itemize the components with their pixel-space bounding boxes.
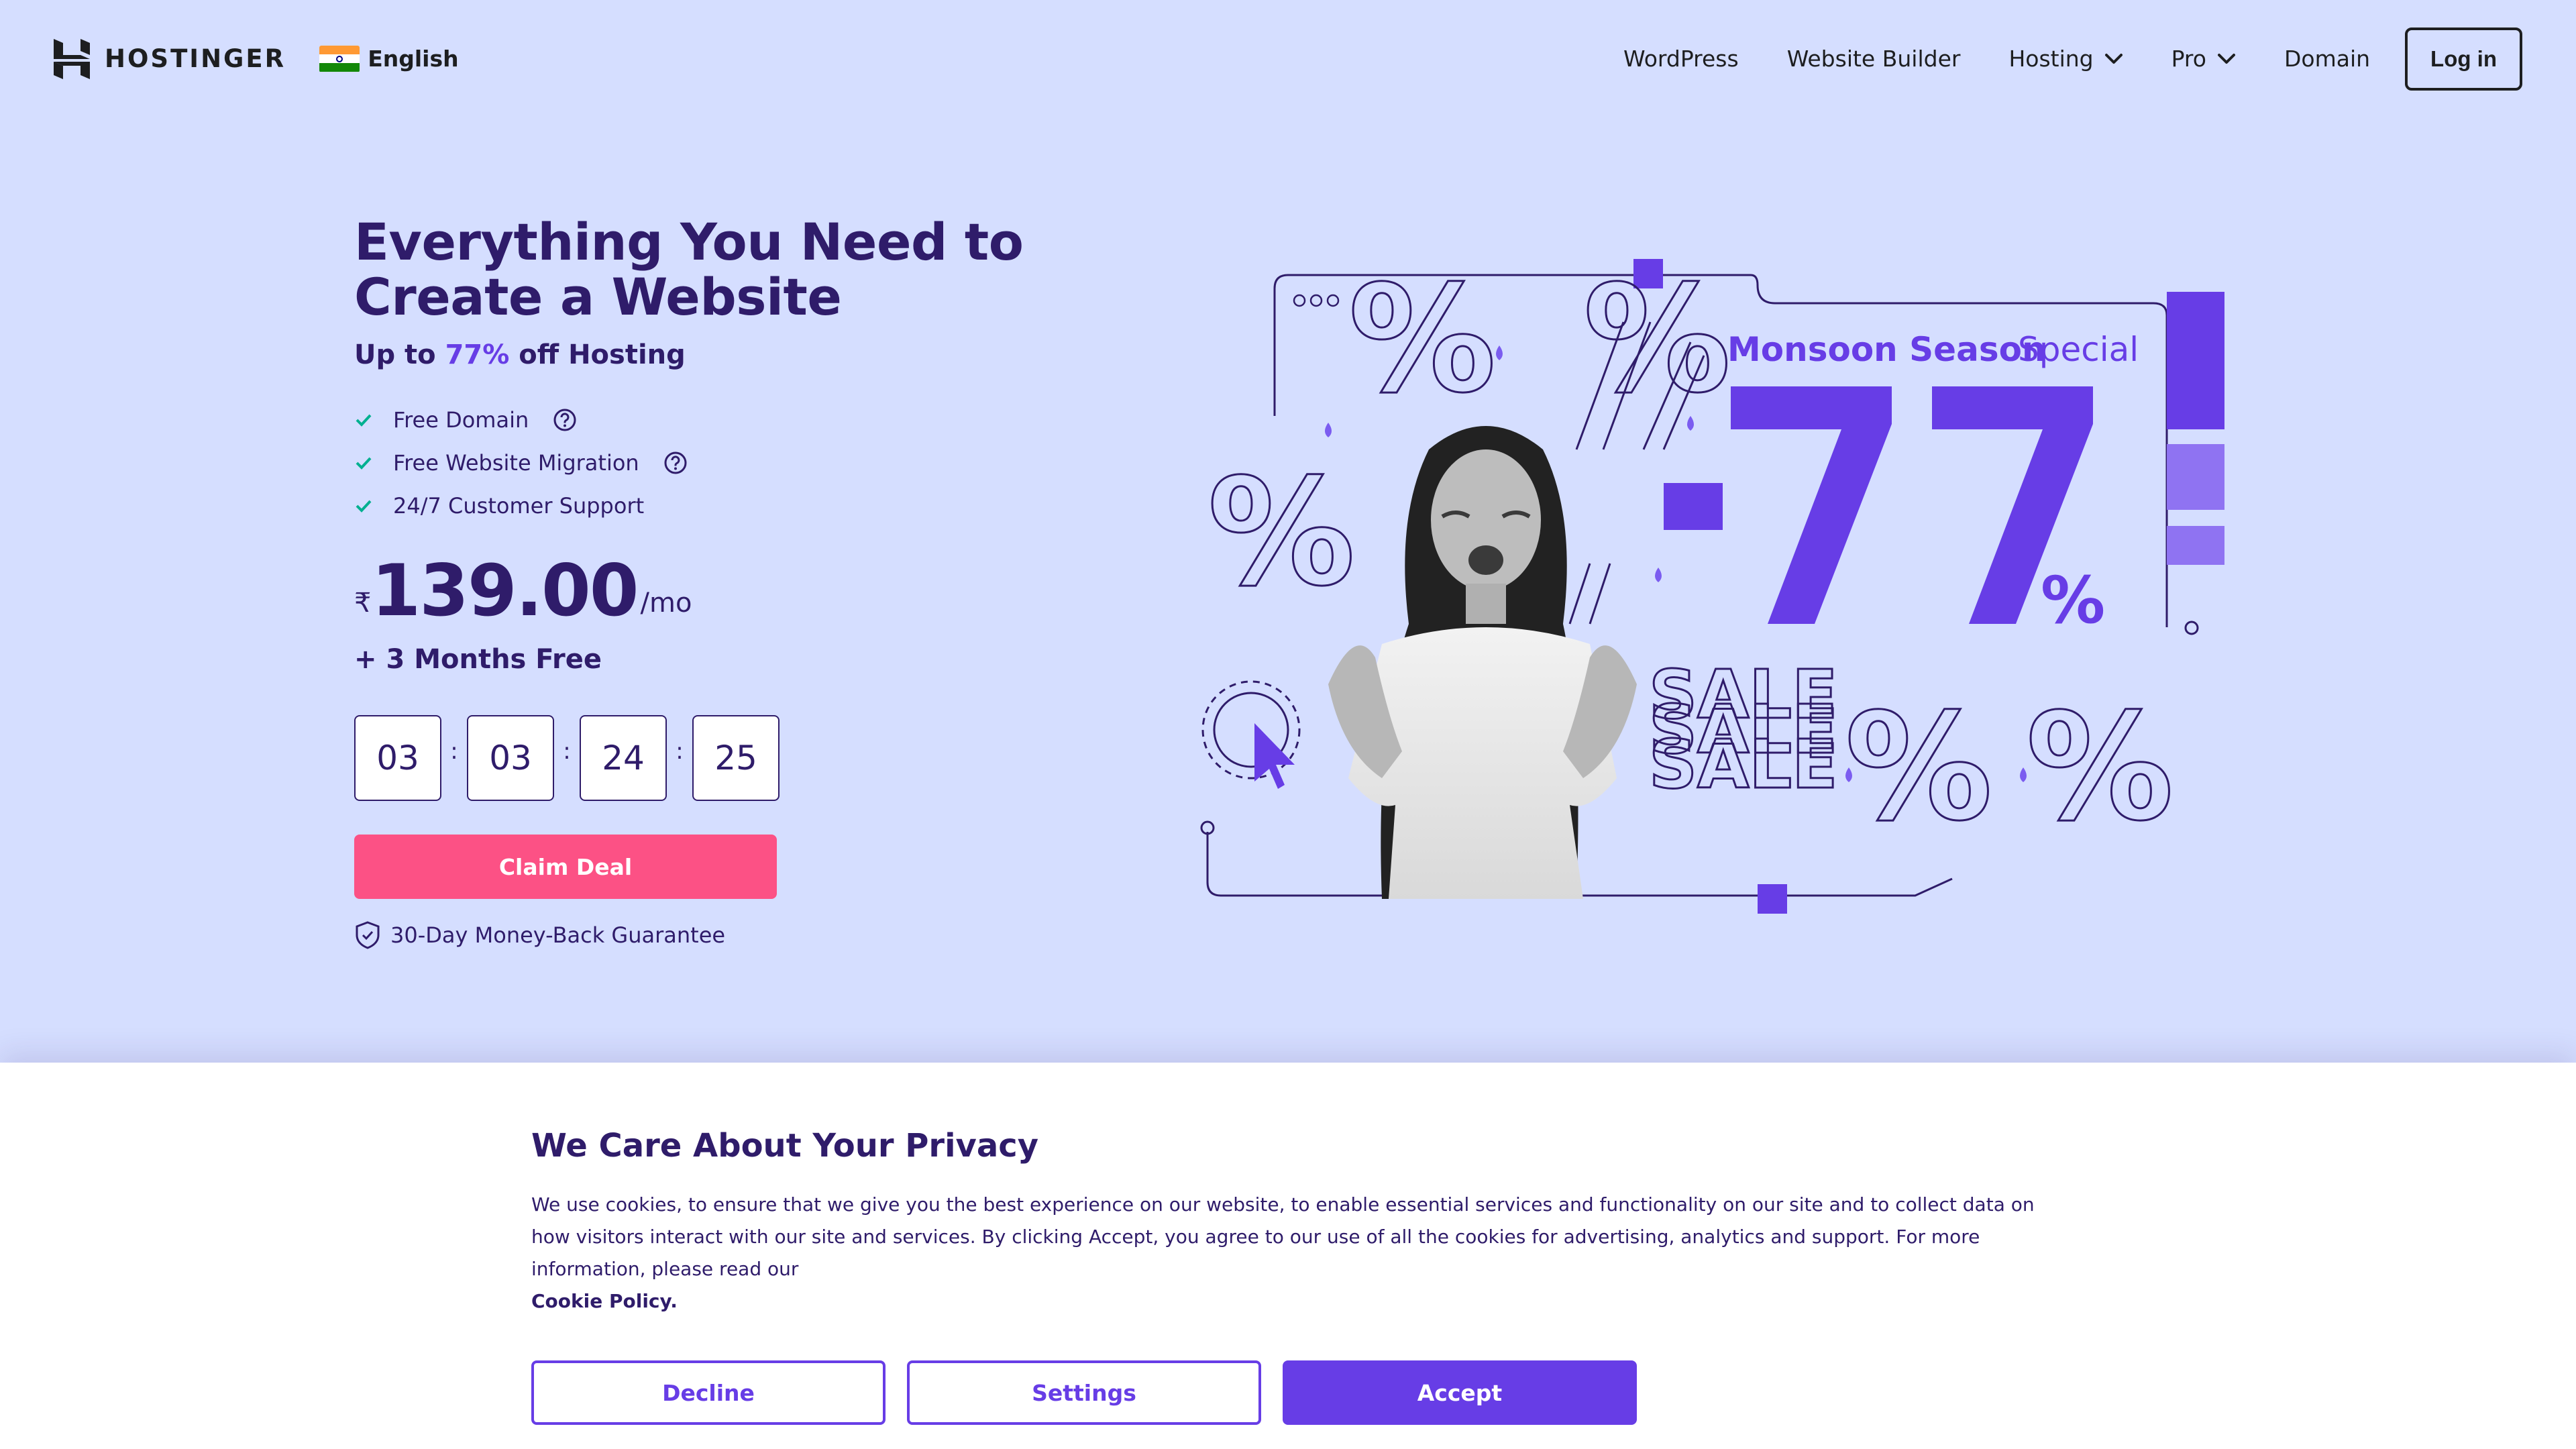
check-icon: [356, 414, 372, 427]
digit-seven: [1731, 386, 1892, 624]
bonus-text: + 3 Months Free: [354, 644, 602, 675]
promo-illustration: % % % Monsoon Season Special % SALE SALE…: [1194, 248, 2241, 926]
help-icon[interactable]: [553, 408, 577, 432]
timer-days: 03: [354, 715, 441, 801]
feature-label: Free Website Migration: [393, 450, 639, 476]
feature-label: Free Domain: [393, 407, 529, 433]
top-navigation: HOSTINGER English WordPress Website Buil…: [0, 0, 2576, 117]
timer-separator: :: [563, 738, 571, 765]
nav-website-builder[interactable]: Website Builder: [1787, 46, 1961, 72]
currency-symbol: ₹: [354, 588, 372, 619]
nav-domain-label: Domain: [2284, 46, 2371, 72]
promo-headline-light: Special: [2018, 330, 2139, 369]
nav-domain[interactable]: Domain: [2284, 46, 2370, 72]
countdown-timer: 03 : 03 : 24 : 25: [354, 715, 1025, 801]
cookie-title: We Care About Your Privacy: [531, 1127, 1038, 1165]
nav-pro[interactable]: Pro: [2171, 46, 2236, 72]
hero-title: Everything You Need to Create a Website: [354, 212, 1024, 327]
cookie-body: We use cookies, to ensure that we give y…: [531, 1193, 2035, 1280]
svg-text:%: %: [1845, 682, 1992, 853]
price-amount: 139.00: [371, 549, 639, 632]
check-icon: [356, 457, 372, 470]
hero-subtitle-suffix: off Hosting: [509, 339, 686, 370]
feature-item: 24/7 Customer Support: [354, 484, 1025, 527]
cookie-content: We Care About Your Privacy We use cookie…: [531, 1127, 2047, 1425]
decline-button[interactable]: Decline: [531, 1360, 885, 1425]
chevron-down-icon: [2217, 53, 2235, 64]
minus-sign: [1664, 483, 1723, 530]
login-button[interactable]: Log in: [2405, 27, 2522, 91]
main-nav: WordPress Website Builder Hosting Pro Do…: [1623, 27, 2522, 91]
money-back-guarantee: 30-Day Money-Back Guarantee: [354, 920, 1025, 950]
timer-separator: :: [450, 738, 458, 765]
hero-section: Everything You Need to Create a Website …: [354, 215, 1025, 950]
cookie-policy-link[interactable]: Cookie Policy.: [531, 1290, 678, 1312]
timer-minutes: 24: [580, 715, 667, 801]
timer-hours: 03: [467, 715, 554, 801]
svg-text:%: %: [1583, 254, 1731, 425]
nav-hosting-label: Hosting: [2008, 46, 2094, 72]
cookie-banner: We Care About Your Privacy We use cookie…: [0, 1063, 2576, 1449]
check-icon: [356, 500, 372, 513]
help-icon[interactable]: [663, 451, 688, 475]
nav-website-builder-label: Website Builder: [1786, 46, 1961, 72]
logo-icon: [54, 38, 90, 79]
chevron-down-icon: [2104, 53, 2123, 64]
nav-wordpress-label: WordPress: [1623, 46, 1739, 72]
hero-subtitle: Up to 77% off Hosting: [354, 339, 1025, 370]
cookie-text: We use cookies, to ensure that we give y…: [531, 1189, 2047, 1318]
brand-area: HOSTINGER English: [54, 38, 459, 79]
feature-list: Free Domain Free Website Migration 24/7 …: [354, 398, 1025, 527]
shield-icon: [356, 921, 380, 949]
svg-text:%: %: [1348, 254, 1496, 425]
hero-discount: 77%: [445, 339, 510, 370]
promo-headline-bold: Monsoon Season: [1727, 330, 2046, 369]
timer-seconds: 25: [692, 715, 780, 801]
timer-separator: :: [676, 738, 684, 765]
promo-percent: %: [2041, 563, 2105, 638]
language-label: English: [368, 46, 459, 72]
claim-deal-button[interactable]: Claim Deal: [354, 835, 777, 899]
settings-button[interactable]: Settings: [907, 1360, 1261, 1425]
feature-item: Free Website Migration: [354, 441, 1025, 484]
guarantee-label: 30-Day Money-Back Guarantee: [390, 922, 726, 948]
feature-label: 24/7 Customer Support: [393, 493, 645, 519]
india-flag-icon: [319, 45, 360, 72]
nav-pro-label: Pro: [2171, 46, 2206, 72]
woman-photo: [1328, 426, 1637, 899]
cookie-actions: Decline Settings Accept: [531, 1360, 2047, 1425]
logo-text: HOSTINGER: [105, 44, 286, 73]
language-selector[interactable]: English: [319, 45, 459, 72]
nav-wordpress[interactable]: WordPress: [1623, 46, 1739, 72]
feature-item: Free Domain: [354, 398, 1025, 441]
nav-hosting[interactable]: Hosting: [2008, 46, 2123, 72]
accept-button[interactable]: Accept: [1283, 1360, 1637, 1425]
hostinger-logo[interactable]: HOSTINGER: [54, 38, 286, 79]
price-block: ₹ 139.00 /mo: [354, 554, 1025, 628]
hero-subtitle-prefix: Up to: [354, 339, 445, 370]
svg-text:%: %: [2026, 682, 2174, 853]
sale-word: SALE: [1649, 725, 1837, 804]
price-period: /mo: [640, 588, 692, 619]
